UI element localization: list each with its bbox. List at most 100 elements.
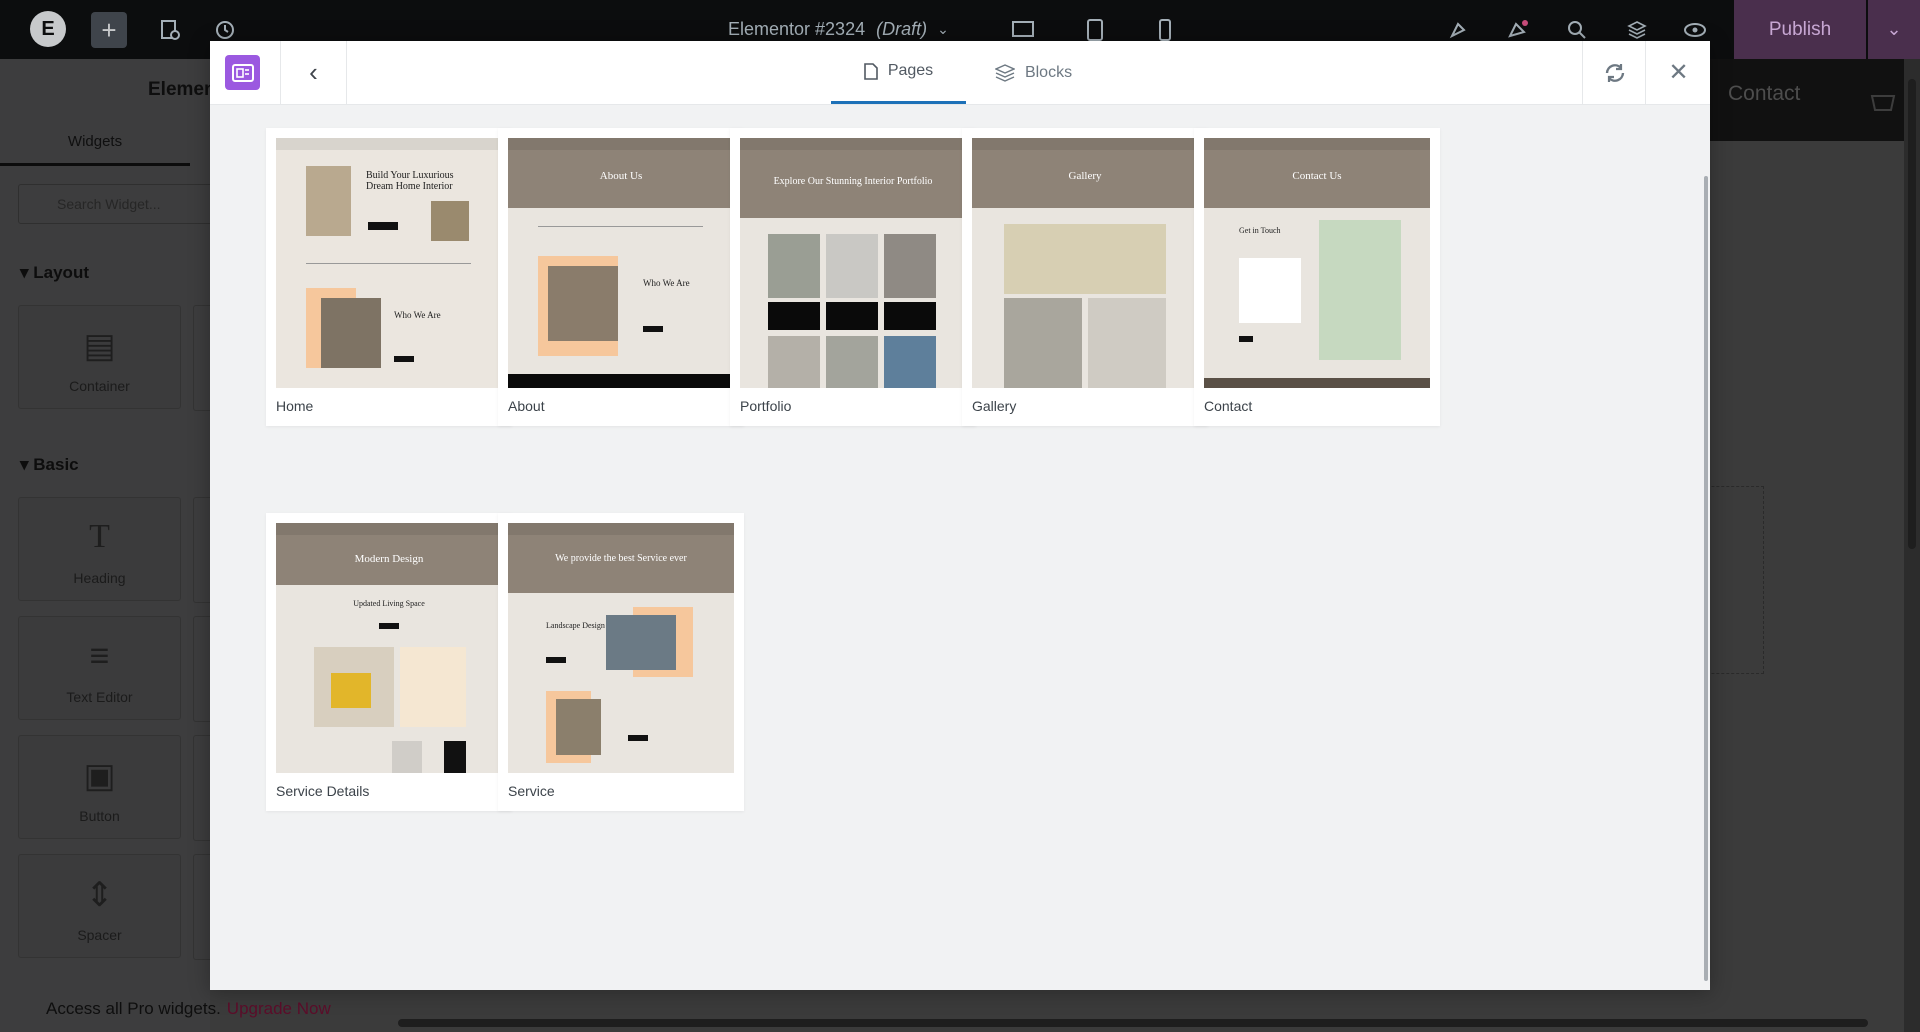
widget-button-label: Button [79,808,120,824]
preview-photo [768,234,820,298]
widget-text-editor-label: Text Editor [66,689,133,705]
preview-button [379,623,399,629]
scrollbar-thumb[interactable] [398,1019,1868,1027]
modal-header: ‹ Pages Blocks ✕ [210,41,1710,105]
widget-partial[interactable] [193,305,211,411]
document-status: (Draft) [876,19,928,39]
widget-container[interactable]: ▤ Container [18,305,181,409]
preview-nav [972,138,1198,150]
preview-dark-card [768,302,820,330]
preview-photo [1088,298,1166,388]
section-basic[interactable]: ▾ Basic [20,455,79,475]
elementor-logo-icon[interactable]: E [30,11,66,47]
preview-dark-card [826,302,878,330]
preview-button [643,326,663,332]
widget-partial[interactable] [193,854,211,960]
text-editor-icon: ≡ [89,637,110,675]
preview-footer [1204,378,1430,388]
canvas-vertical-scrollbar[interactable] [1904,59,1920,1032]
container-icon: ▤ [83,327,116,365]
template-card-home[interactable]: Build Your Luxurious Dream Home Interior… [266,128,512,426]
preview-heading: Build Your Luxurious Dream Home Interior [366,170,454,192]
preview-photo [884,336,936,388]
preview-form [1239,258,1301,323]
preview-subheading: Who We Are [643,278,690,288]
widget-text-editor[interactable]: ≡ Text Editor [18,616,181,720]
back-button[interactable]: ‹ [280,41,347,104]
preview-footer [508,374,734,388]
tab-pages[interactable]: Pages [831,41,966,104]
widget-partial[interactable] [193,497,211,603]
template-card-gallery[interactable]: Gallery Gallery [962,128,1208,426]
preview-photo [1004,298,1082,388]
template-name: Gallery [972,398,1017,414]
template-card-service-details[interactable]: Modern Design Updated Living Space Servi… [266,513,512,811]
preview-subheading: Landscape Design [546,621,605,630]
template-name: About [508,398,545,414]
template-card-about[interactable]: About Us Who We Are About [498,128,744,426]
widgets-panel: Elemen Widgets Search Widget... ▾ Layout… [0,59,228,1032]
preview-photo [826,336,878,388]
modal-scrollbar[interactable] [1704,176,1708,981]
preview-photo [321,298,381,368]
preview-photo [1004,224,1166,294]
close-modal-button[interactable]: ✕ [1645,41,1711,104]
page-icon [864,62,878,80]
search-widget-input[interactable]: Search Widget... [18,184,228,224]
upgrade-text: Access all Pro widgets. [46,998,221,1018]
widget-button[interactable]: ▣ Button [18,735,181,839]
tab-blocks[interactable]: Blocks [966,41,1101,104]
template-preview-image: We provide the best Service ever Landsca… [508,523,734,773]
preview-button [368,222,398,230]
publish-options-chevron-icon[interactable]: ⌄ [1868,0,1920,59]
panel-title: Elemen [148,79,216,100]
template-card-service[interactable]: We provide the best Service ever Landsca… [498,513,744,811]
preview-info-box [400,647,466,727]
scrollbar-thumb[interactable] [1908,79,1916,549]
template-preview-image: About Us Who We Are [508,138,734,388]
template-card-contact[interactable]: Contact Us Get in Touch Contact [1194,128,1440,426]
preview-heading: About Us [599,170,643,182]
document-title-text: Elementor #2324 [728,19,866,39]
template-name: Service [508,783,555,799]
upgrade-bar: Access all Pro widgets. Upgrade Now [0,985,380,1032]
widget-partial[interactable] [193,735,211,841]
template-preview-image: Contact Us Get in Touch [1204,138,1430,388]
widget-partial[interactable] [193,616,211,722]
template-preview-image: Explore Our Stunning Interior Portfolio [740,138,966,388]
tab-pages-label: Pages [887,62,934,79]
preview-dark-card [884,302,936,330]
upgrade-now-link[interactable]: Upgrade Now [227,999,331,1019]
canvas-horizontal-scrollbar[interactable] [380,1015,1904,1031]
close-icon: ✕ [1668,59,1689,86]
preview-nav [740,138,966,150]
widget-heading[interactable]: T Heading [18,497,181,601]
template-library-modal: ‹ Pages Blocks ✕ Build Your Luxurious Dr… [210,41,1710,990]
section-layout-label: Layout [33,263,89,282]
add-element-button[interactable]: + [91,12,127,48]
section-layout[interactable]: ▾ Layout [20,263,89,283]
tab-widgets[interactable]: Widgets [0,119,190,166]
preview-photo [444,741,466,773]
publish-button[interactable]: Publish [1734,0,1866,59]
chevron-left-icon: ‹ [309,57,318,87]
preview-button [1239,336,1253,342]
section-basic-label: Basic [33,455,79,474]
preview-photo [826,234,878,298]
page-settings-icon[interactable] [155,0,185,59]
preview-button [546,657,566,663]
template-preview-image: Build Your Luxurious Dream Home Interior… [276,138,502,388]
preview-heading: Modern Design [354,553,424,565]
preview-heading: Explore Our Stunning Interior Portfolio [773,176,933,187]
widget-spacer-label: Spacer [77,927,122,943]
button-pointer-icon: ▣ [83,757,116,795]
widget-heading-label: Heading [73,570,126,586]
preview-logos [538,226,703,235]
widget-spacer[interactable]: ⇕ Spacer [18,854,181,958]
preview-subheading: Who We Are [394,310,441,320]
preview-heading: Contact Us [1292,170,1342,182]
preview-heading: Gallery [1068,170,1102,182]
preview-photo [392,741,422,773]
sync-library-button[interactable] [1582,41,1646,104]
template-card-portfolio[interactable]: Explore Our Stunning Interior Portfolio … [730,128,976,426]
